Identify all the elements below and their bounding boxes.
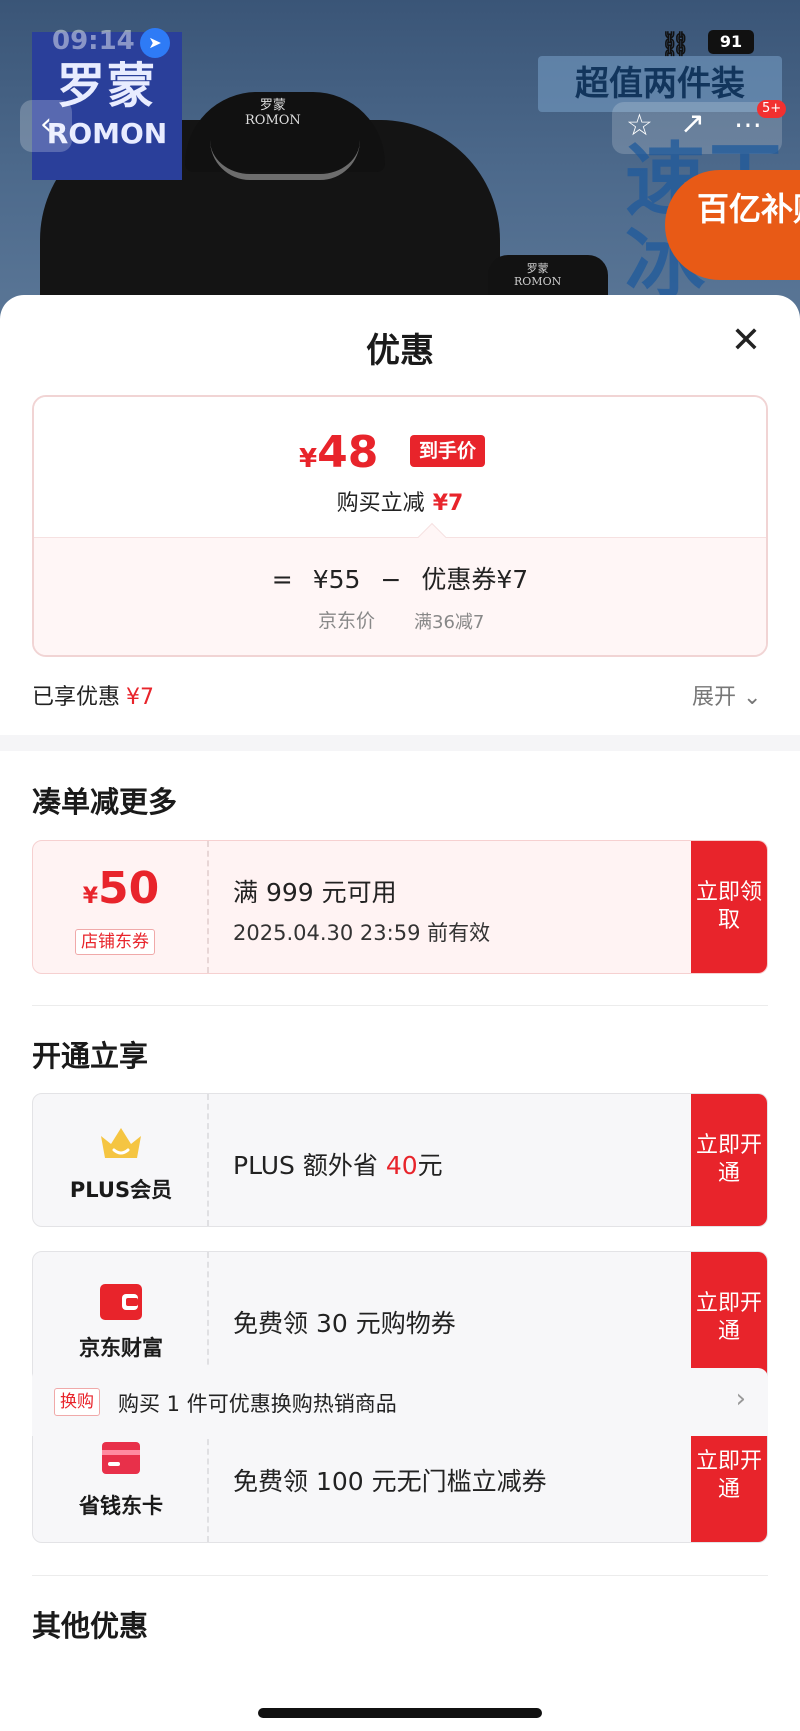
product-image-background: 罗蒙 ROMON 罗蒙 ROMON 罗蒙 ROMON 09:14 ➤ ⛓ 91 … xyxy=(0,0,800,320)
location-arrow-icon: ➤ xyxy=(140,28,170,58)
wallet-icon xyxy=(33,1282,209,1326)
claim-coupon-button[interactable]: 立即领取 xyxy=(691,841,767,973)
divider xyxy=(32,1575,768,1576)
coupon-condition: 满 999 元可用 xyxy=(233,878,397,907)
coupon-validity: 2025.04.30 23:59 前有效 xyxy=(233,921,491,945)
coupon-value-area: ¥50 店铺东券 xyxy=(33,841,209,973)
open-finance-button[interactable]: 立即开通 xyxy=(691,1252,767,1384)
divider xyxy=(32,1005,768,1006)
coupon-type-tag: 店铺东券 xyxy=(75,929,155,955)
card-icon xyxy=(33,1440,209,1480)
open-plus-button[interactable]: 立即开通 xyxy=(691,1094,767,1226)
perk-desc: 免费领 30 元购物券 xyxy=(233,1309,456,1338)
section-title-open: 开通立享 xyxy=(32,1039,149,1073)
perk-plus-area: PLUS会员 xyxy=(33,1094,209,1226)
section-divider xyxy=(0,735,800,751)
final-price-tag: 到手价 xyxy=(410,435,486,467)
jd-price-label: 京东价 xyxy=(318,610,376,632)
battery-indicator: 91 xyxy=(708,30,754,54)
instant-discount-line: 购买立减 ¥7 xyxy=(336,491,464,516)
section-title-other: 其他优惠 xyxy=(32,1609,149,1643)
close-icon[interactable]: ✕ xyxy=(726,321,766,361)
price-summary: ¥48 到手价 购买立减 ¥7 xyxy=(34,397,766,537)
chevron-down-icon: ⌄ xyxy=(743,685,762,710)
link-icon: ⛓ xyxy=(660,30,691,58)
perk-name: PLUS会员 xyxy=(69,1178,173,1202)
price-breakdown-card: ¥48 到手价 购买立减 ¥7 = ¥55− 优惠券¥7 京东价 满36减7 xyxy=(32,395,768,657)
trade-in-tag: 换购 xyxy=(54,1388,100,1416)
shirt-collar xyxy=(210,140,360,180)
sheet-title: 优惠 xyxy=(366,331,434,371)
back-button[interactable]: ‹ xyxy=(20,100,72,152)
perk-desc: PLUS 额外省 40元 xyxy=(233,1151,443,1180)
perk-card-plus: PLUS会员 PLUS 额外省 40元 立即开通 xyxy=(32,1093,768,1227)
store-coupon-card: ¥50 店铺东券 满 999 元可用 2025.04.30 23:59 前有效 … xyxy=(32,840,768,974)
expand-button[interactable]: 展开 ⌄ xyxy=(692,679,761,711)
subsidy-badge: 百亿补贴 xyxy=(665,170,800,280)
status-time: 09:14 xyxy=(52,26,135,56)
perk-name: 省钱东卡 xyxy=(79,1494,163,1518)
notification-badge: 5+ xyxy=(757,100,787,118)
section-title-more: 凑单减更多 xyxy=(32,785,178,819)
hanger-brand-tag: 罗蒙 ROMON xyxy=(245,98,301,128)
chevron-right-icon: › xyxy=(735,1384,746,1414)
discount-sheet: 优惠 ✕ ¥48 到手价 购买立减 ¥7 = ¥55− 优惠券¥7 京东价 满36减7… xyxy=(0,295,800,1731)
perk-finance-area: 京东财富 xyxy=(33,1252,209,1384)
price-formula: = ¥55− 优惠券¥7 京东价 满36减7 xyxy=(34,537,766,655)
trade-in-offer-row[interactable]: 换购 购买 1 件可优惠换购热销商品 › xyxy=(32,1368,768,1436)
perk-card-finance: 京东财富 免费领 30 元购物券 立即开通 xyxy=(32,1251,768,1385)
trade-in-text: 购买 1 件可优惠换购热销商品 xyxy=(118,1392,397,1416)
perk-desc: 免费领 100 元无门槛立减券 xyxy=(233,1467,547,1496)
crown-icon xyxy=(33,1124,209,1166)
perk-name: 京东财富 xyxy=(79,1336,163,1360)
price-formula-line: = ¥55− 优惠券¥7 xyxy=(271,565,529,594)
final-price: ¥48 xyxy=(299,427,379,478)
second-shirt-tag: 罗蒙 ROMON xyxy=(514,262,562,288)
coupon-amount: ¥50 xyxy=(82,863,160,914)
coupon-rule-label: 满36减7 xyxy=(414,612,485,633)
enjoyed-discount: 已享优惠 ¥7 xyxy=(32,685,155,710)
home-indicator[interactable] xyxy=(258,1708,542,1718)
